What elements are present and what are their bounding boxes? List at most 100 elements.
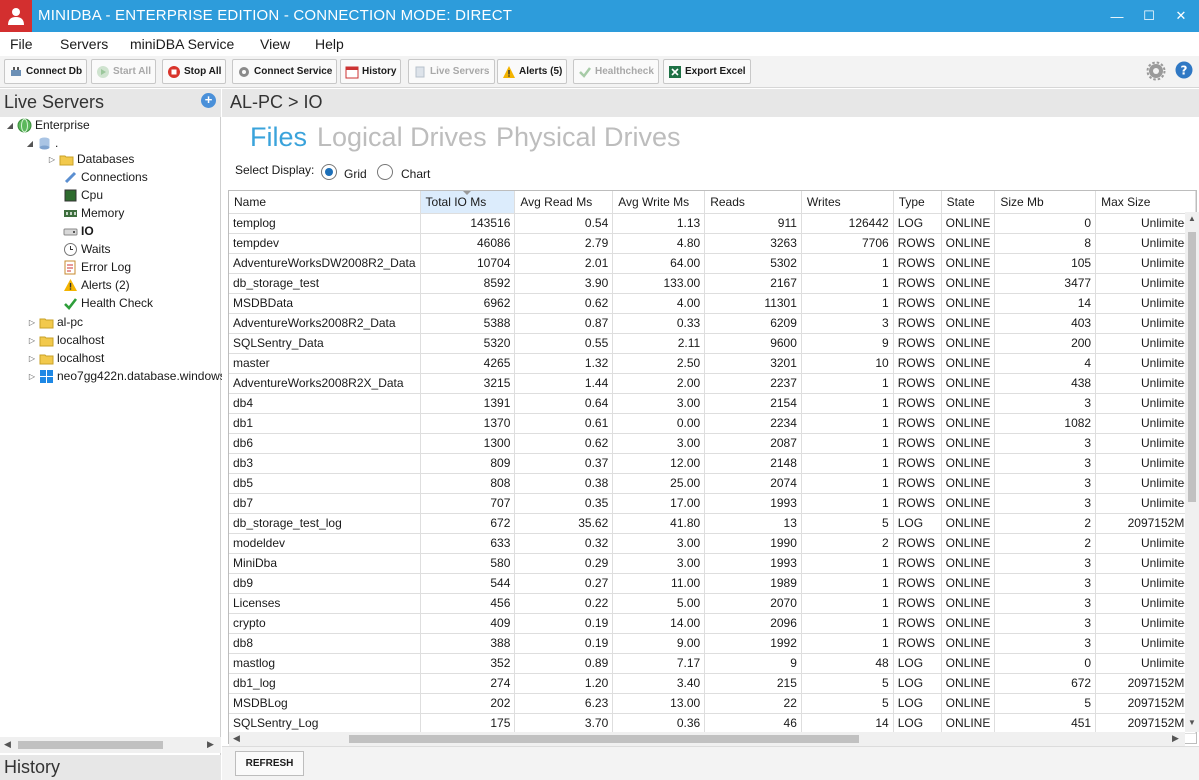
cell-type: ROWS	[893, 393, 942, 414]
tree-node-health-check[interactable]: Health Check	[52, 294, 153, 312]
scrollbar-thumb[interactable]	[18, 741, 163, 749]
tab-physical-drives[interactable]: Physical Drives	[496, 122, 681, 153]
table-row[interactable]: MSDBLog 202 6.23 13.00 22 5 LOG ONLINE 5 2097152M…	[229, 693, 1196, 714]
collapse-arrow-icon[interactable]: ◢	[4, 121, 16, 130]
table-row[interactable]: crypto 409 0.19 14.00 2096 1 ROWS ONLINE 3 Unlimi…	[229, 613, 1196, 634]
col-header-avg-read-ms[interactable]: Avg Read Ms	[514, 191, 614, 214]
history-header[interactable]: History	[0, 755, 221, 780]
scroll-right-icon[interactable]: ▶	[207, 739, 214, 750]
tab-logical-drives[interactable]: Logical Drives	[317, 122, 487, 153]
tree-node-memory[interactable]: Memory	[52, 204, 124, 222]
table-row[interactable]: db7 707 0.35 17.00 1993 1 ROWS ONLINE 3 Unlimited	[229, 493, 1196, 514]
table-row[interactable]: db1 1370 0.61 0.00 2234 1 ROWS ONLINE 1082 Unlimi…	[229, 413, 1196, 434]
table-row[interactable]: AdventureWorks2008R2X_Data 3215 1.44 2.00 22…	[229, 373, 1196, 394]
grid-radio-label[interactable]: Grid	[344, 167, 367, 181]
scroll-left-icon[interactable]: ◀	[4, 739, 11, 750]
menu-servers[interactable]: Servers	[60, 36, 108, 52]
tree-node-connections[interactable]: Connections	[52, 168, 148, 186]
col-header-name[interactable]: Name	[229, 191, 421, 214]
scroll-right-icon[interactable]: ▶	[1172, 733, 1179, 744]
col-header-type[interactable]: Type	[893, 191, 942, 214]
table-row[interactable]: db_storage_test 8592 3.90 133.00 2167 1 ROWS ON…	[229, 273, 1196, 294]
menu-help[interactable]: Help	[315, 36, 344, 52]
scroll-up-icon[interactable]: ▲	[1188, 214, 1196, 223]
tab-files[interactable]: Files	[250, 122, 307, 153]
tree-node-localhost-1[interactable]: ▷ localhost	[26, 331, 104, 349]
menu-file[interactable]: File	[10, 36, 33, 52]
tree-node-enterprise[interactable]: ◢ Enterprise	[4, 116, 90, 134]
maximize-icon[interactable]: ☐	[1132, 0, 1166, 32]
connect-service-button[interactable]: Connect Service	[232, 59, 338, 84]
chart-radio[interactable]	[377, 164, 393, 180]
table-row[interactable]: master 4265 1.32 2.50 3201 10 ROWS ONLINE 4 Unlim…	[229, 353, 1196, 374]
menu-minidba-service[interactable]: miniDBA Service	[130, 36, 234, 52]
table-row[interactable]: db6 1300 0.62 3.00 2087 1 ROWS ONLINE 3 Unlimited	[229, 433, 1196, 454]
tree-node-localhost-2[interactable]: ▷ localhost	[26, 349, 104, 367]
col-header-writes[interactable]: Writes	[801, 191, 894, 214]
tree-horizontal-scrollbar[interactable]: ◀ ▶	[0, 737, 221, 753]
help-icon[interactable]: ?	[1175, 61, 1193, 82]
scrollbar-thumb[interactable]	[1188, 232, 1196, 502]
chart-radio-label[interactable]: Chart	[401, 167, 430, 181]
grid-horizontal-scrollbar[interactable]: ◀ ▶	[229, 732, 1185, 746]
stop-all-button[interactable]: Stop All	[162, 59, 227, 84]
table-row[interactable]: SQLSentry_Data 5320 0.55 2.11 9600 9 ROWS ONLIN…	[229, 333, 1196, 354]
table-row[interactable]: MSDBData 6962 0.62 4.00 11301 1 ROWS ONLINE 14 Un…	[229, 293, 1196, 314]
tree-node-io[interactable]: IO	[52, 222, 94, 240]
table-row[interactable]: AdventureWorks2008R2_Data 5388 0.87 0.33 620…	[229, 313, 1196, 334]
table-row[interactable]: Licenses 456 0.22 5.00 2070 1 ROWS ONLINE 3 Unlim…	[229, 593, 1196, 614]
tree-node-error-log[interactable]: Error Log	[52, 258, 131, 276]
tree-node-alerts[interactable]: Alerts (2)	[52, 276, 130, 294]
tree-node-waits[interactable]: Waits	[52, 240, 111, 258]
scrollbar-thumb[interactable]	[349, 735, 859, 743]
table-row[interactable]: templog 143516 0.54 1.13 911 126442 LOG ONLINE 0…	[229, 213, 1196, 234]
table-row[interactable]: db4 1391 0.64 3.00 2154 1 ROWS ONLINE 3 Unlimited	[229, 393, 1196, 414]
table-row[interactable]: db8 388 0.19 9.00 1992 1 ROWS ONLINE 3 Unlimited	[229, 633, 1196, 654]
table-row[interactable]: modeldev 633 0.32 3.00 1990 2 ROWS ONLINE 2 Unlim…	[229, 533, 1196, 554]
menu-view[interactable]: View	[260, 36, 290, 52]
refresh-button[interactable]: REFRESH	[235, 751, 304, 776]
minimize-icon[interactable]: —	[1100, 0, 1134, 32]
expand-arrow-icon[interactable]: ▷	[26, 318, 38, 327]
col-header-total-io-ms[interactable]: Total IO Ms	[420, 191, 516, 214]
table-row[interactable]: db9 544 0.27 11.00 1989 1 ROWS ONLINE 3 Unlimited	[229, 573, 1196, 594]
connect-db-button[interactable]: Connect Db	[4, 59, 88, 84]
healthcheck-button[interactable]: Healthcheck	[573, 59, 659, 84]
expand-arrow-icon[interactable]: ▷	[26, 354, 38, 363]
expand-arrow-icon[interactable]: ▷	[26, 372, 38, 381]
col-header-avg-write-ms[interactable]: Avg Write Ms	[612, 191, 706, 214]
table-row[interactable]: MiniDba 580 0.29 3.00 1993 1 ROWS ONLINE 3 Unlimi…	[229, 553, 1196, 574]
table-row[interactable]: AdventureWorksDW2008R2_Data 10704 2.01 64.0…	[229, 253, 1196, 274]
grid-vertical-scrollbar[interactable]: ▲ ▼	[1185, 212, 1199, 732]
live-servers-button[interactable]: Live Servers	[408, 59, 495, 84]
col-header-size-mb[interactable]: Size Mb	[994, 191, 1097, 214]
cell-max-size: 2097152Mb	[1095, 673, 1196, 694]
settings-gear-icon[interactable]	[1146, 61, 1166, 84]
col-header-max-size[interactable]: Max Size	[1095, 191, 1196, 214]
expand-arrow-icon[interactable]: ▷	[26, 336, 38, 345]
table-row[interactable]: db_storage_test_log 672 35.62 41.80 13 5 LOG ON…	[229, 513, 1196, 534]
scroll-down-icon[interactable]: ▼	[1188, 718, 1196, 727]
table-row[interactable]: mastlog 352 0.89 7.17 9 48 LOG ONLINE 0 Unlimited	[229, 653, 1196, 674]
tree-node-databases[interactable]: ▷ Databases	[46, 150, 134, 168]
table-row[interactable]: SQLSentry_Log 175 3.70 0.36 46 14 LOG ONLINE 451…	[229, 713, 1196, 734]
table-row[interactable]: tempdev 46086 2.79 4.80 3263 7706 ROWS ONLINE 8 U…	[229, 233, 1196, 254]
table-row[interactable]: db5 808 0.38 25.00 2074 1 ROWS ONLINE 3 Unlimited	[229, 473, 1196, 494]
close-icon[interactable]: ✕	[1164, 0, 1198, 32]
scroll-left-icon[interactable]: ◀	[233, 733, 240, 744]
alerts-button[interactable]: Alerts (5)	[497, 59, 568, 84]
tree-node-al-pc[interactable]: ▷ al-pc	[26, 313, 83, 331]
expand-arrow-icon[interactable]: ▷	[46, 155, 58, 164]
start-all-button[interactable]: Start All	[91, 59, 156, 84]
grid-radio[interactable]	[321, 164, 337, 180]
collapse-arrow-icon[interactable]: ◢	[24, 139, 36, 148]
col-header-state[interactable]: State	[941, 191, 996, 214]
table-row[interactable]: db1_log 274 1.20 3.40 215 5 LOG ONLINE 672 209715…	[229, 673, 1196, 694]
col-header-reads[interactable]: Reads	[704, 191, 802, 214]
history-button[interactable]: History	[340, 59, 402, 84]
add-server-icon[interactable]: +	[201, 93, 216, 108]
export-excel-button[interactable]: Export Excel	[663, 59, 751, 84]
tree-node-azure-server[interactable]: ▷ neo7gg422n.database.windows	[26, 367, 226, 385]
tree-node-cpu[interactable]: Cpu	[52, 186, 103, 204]
table-row[interactable]: db3 809 0.37 12.00 2148 1 ROWS ONLINE 3 Unlimited	[229, 453, 1196, 474]
